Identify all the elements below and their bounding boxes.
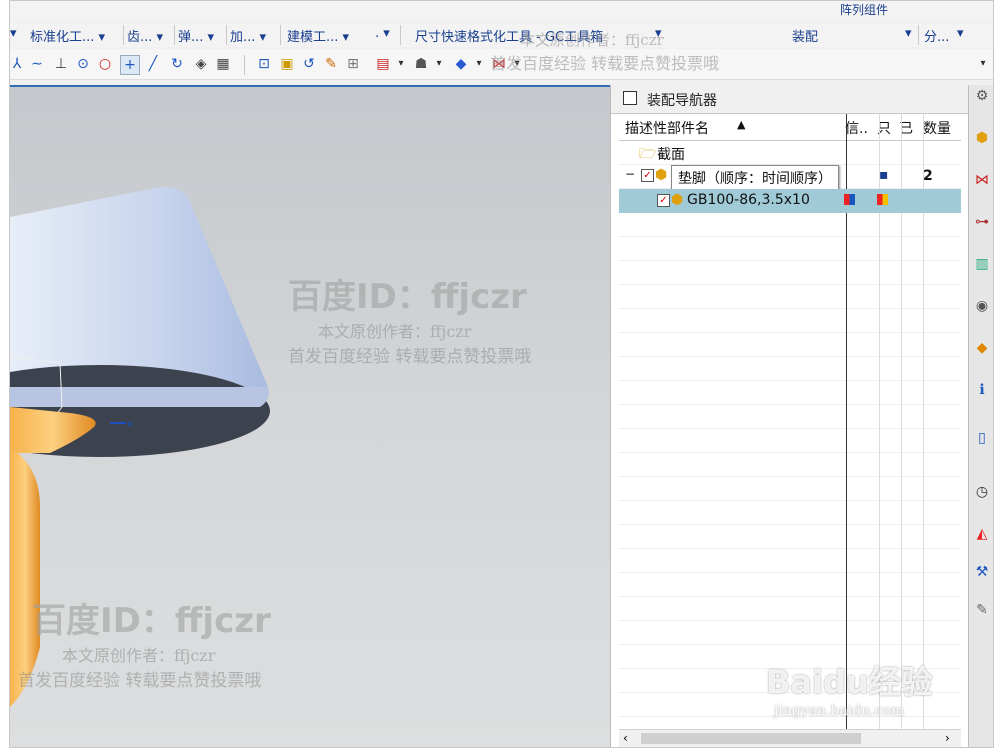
- line-icon[interactable]: ╱: [144, 55, 162, 73]
- horizontal-scrollbar[interactable]: ‹ ›: [619, 729, 961, 747]
- tree-row-component[interactable]: ✓ ⬢ GB100-86,3.5x10: [619, 189, 961, 213]
- circle-center-icon[interactable]: ⊙: [74, 55, 92, 73]
- tree-icon[interactable]: ⊞: [344, 55, 362, 73]
- reuse-library-icon[interactable]: ▥: [973, 255, 991, 273]
- save-icon: ▪: [879, 167, 889, 183]
- menu-gc-toolbox[interactable]: 尺寸快速格式化工具 - GC工具箱: [415, 26, 603, 45]
- box-icon[interactable]: ▣: [278, 55, 296, 73]
- circle-icon[interactable]: ○: [96, 55, 114, 73]
- point-icon[interactable]: ⅄: [10, 55, 26, 73]
- resource-bar: ⚙ ⬢ ⋈ ⊶ ▥ ◉ ◆ ℹ ▯ ◷ ◭ ⚒ ✎: [968, 85, 993, 747]
- menu-dropdown-1[interactable]: ▾: [655, 26, 662, 41]
- navigator-header: 装配导航器: [611, 85, 969, 114]
- cycle-icon[interactable]: ↺: [300, 55, 318, 73]
- chevron-down-icon[interactable]: ▾: [470, 55, 488, 73]
- wrench-icon[interactable]: ✎: [973, 601, 991, 619]
- navigator-title: 装配导航器: [647, 93, 717, 109]
- top-strip: 阵列组件: [10, 1, 993, 21]
- gear-icon[interactable]: ⚙: [973, 87, 991, 105]
- palette-icon[interactable]: ◭: [973, 525, 991, 543]
- brush-icon[interactable]: ✎: [322, 55, 340, 73]
- menu-dropdown-3[interactable]: ▾: [957, 26, 964, 41]
- scroll-thumb[interactable]: [641, 733, 861, 744]
- clock-icon[interactable]: ◷: [973, 483, 991, 501]
- column-headers: 描述性部件名 ▲ 信.. 只 已 数量: [619, 114, 961, 141]
- scroll-right-icon[interactable]: ›: [945, 731, 950, 745]
- lamp-model: ×: [10, 187, 270, 707]
- menu-modeling-tools[interactable]: 建模工... ▾: [287, 26, 349, 45]
- view-icon[interactable]: ⊡: [255, 55, 273, 73]
- chevron-down-icon[interactable]: ▾: [508, 55, 526, 73]
- table-icon[interactable]: ▦: [214, 55, 232, 73]
- scroll-left-icon[interactable]: ‹: [623, 731, 628, 745]
- ribbon-menu-bar: ▾ 标准化工... ▾ 齿... ▾ 弹... ▾ 加... ▾ 建模工... …: [10, 23, 993, 47]
- perpendicular-icon[interactable]: ⊥: [52, 55, 70, 73]
- component-icon: ⬢: [671, 192, 684, 208]
- tools-icon[interactable]: ⚒: [973, 563, 991, 581]
- menu-dropdown-2[interactable]: ▾: [905, 26, 912, 41]
- menu-machining[interactable]: 加... ▾: [230, 26, 266, 45]
- assembly-navigator: 装配导航器 描述性部件名 ▲ 信.. 只 已 数量 🗁 截面 − ✓ ⬢ 垫脚（…: [610, 85, 969, 747]
- graphics-window[interactable]: ×: [10, 85, 610, 747]
- tree-row-section[interactable]: 🗁 截面: [619, 141, 961, 165]
- menu-spring[interactable]: 弹... ▾: [178, 26, 214, 45]
- folder-icon: 🗁: [639, 146, 657, 162]
- info-icon[interactable]: ℹ: [973, 381, 991, 399]
- toolbar-overflow-icon[interactable]: ▾: [974, 55, 992, 73]
- constraint-navigator-icon[interactable]: ⋈: [973, 171, 991, 189]
- cross-icon[interactable]: +: [120, 55, 140, 75]
- diamond-icon[interactable]: ◈: [192, 55, 210, 73]
- tree-grid: [619, 141, 961, 729]
- checkbox-checked-icon[interactable]: ✓: [641, 169, 654, 182]
- row-quantity: 2: [923, 168, 933, 184]
- row-name: GB100-86,3.5x10: [687, 192, 810, 208]
- readonly-status-icon: [877, 194, 888, 205]
- render-icon[interactable]: ☗: [412, 55, 430, 73]
- column-info[interactable]: 信..: [845, 118, 868, 138]
- section-icon[interactable]: ⋈: [490, 55, 508, 73]
- collapse-icon[interactable]: −: [625, 167, 635, 181]
- web-browser-icon[interactable]: ◉: [973, 297, 991, 315]
- cube-icon[interactable]: ◆: [452, 55, 470, 73]
- row-name: 截面: [657, 147, 685, 163]
- menu-analysis[interactable]: 分...: [924, 26, 949, 45]
- navigator-checkbox-icon[interactable]: [623, 91, 637, 105]
- chevron-down-icon[interactable]: ▾: [392, 55, 410, 73]
- app-window: 阵列组件 ▾ 标准化工... ▾ 齿... ▾ 弹... ▾ 加... ▾ 建模…: [9, 0, 994, 748]
- rotate-icon[interactable]: ↻: [168, 55, 186, 73]
- history-icon[interactable]: ◆: [973, 339, 991, 357]
- document-icon[interactable]: ▯: [973, 429, 991, 447]
- row-name: 垫脚（顺序：时间顺序）: [671, 165, 839, 191]
- menu-assembly[interactable]: 装配: [792, 26, 818, 45]
- menu-gear[interactable]: 齿... ▾: [127, 26, 163, 45]
- sort-ascending-icon[interactable]: ▲: [737, 118, 745, 131]
- menu-standardization[interactable]: 标准化工... ▾: [30, 26, 105, 45]
- column-quantity[interactable]: 数量: [923, 118, 951, 138]
- svg-text:×: ×: [126, 419, 134, 430]
- chevron-down-icon[interactable]: ▾: [430, 55, 448, 73]
- menu-dropdown-0[interactable]: ▾: [10, 26, 17, 41]
- checkbox-checked-icon[interactable]: ✓: [657, 194, 670, 207]
- info-status-icon: [844, 194, 855, 205]
- assembly-navigator-icon[interactable]: ⬢: [973, 129, 991, 147]
- spline-icon[interactable]: ∼: [28, 55, 46, 73]
- grid-icon[interactable]: ▤: [374, 55, 392, 73]
- menu-more[interactable]: . ▾: [375, 26, 390, 41]
- sketch-toolbar: ⅄ ∼ ⊥ ⊙ ○ + ╱ ↻ ◈ ▦ ⊡ ▣ ↺ ✎ ⊞ ▤ ▾ ☗ ▾ ◆ …: [10, 49, 993, 80]
- pattern-component-item[interactable]: 阵列组件: [840, 1, 888, 18]
- part-navigator-icon[interactable]: ⊶: [973, 213, 991, 231]
- assembly-icon: ⬢: [655, 167, 668, 183]
- tree-row-assembly[interactable]: − ✓ ⬢ 垫脚（顺序：时间顺序） ▪ 2: [619, 165, 961, 191]
- column-descriptive-name[interactable]: 描述性部件名: [625, 118, 709, 138]
